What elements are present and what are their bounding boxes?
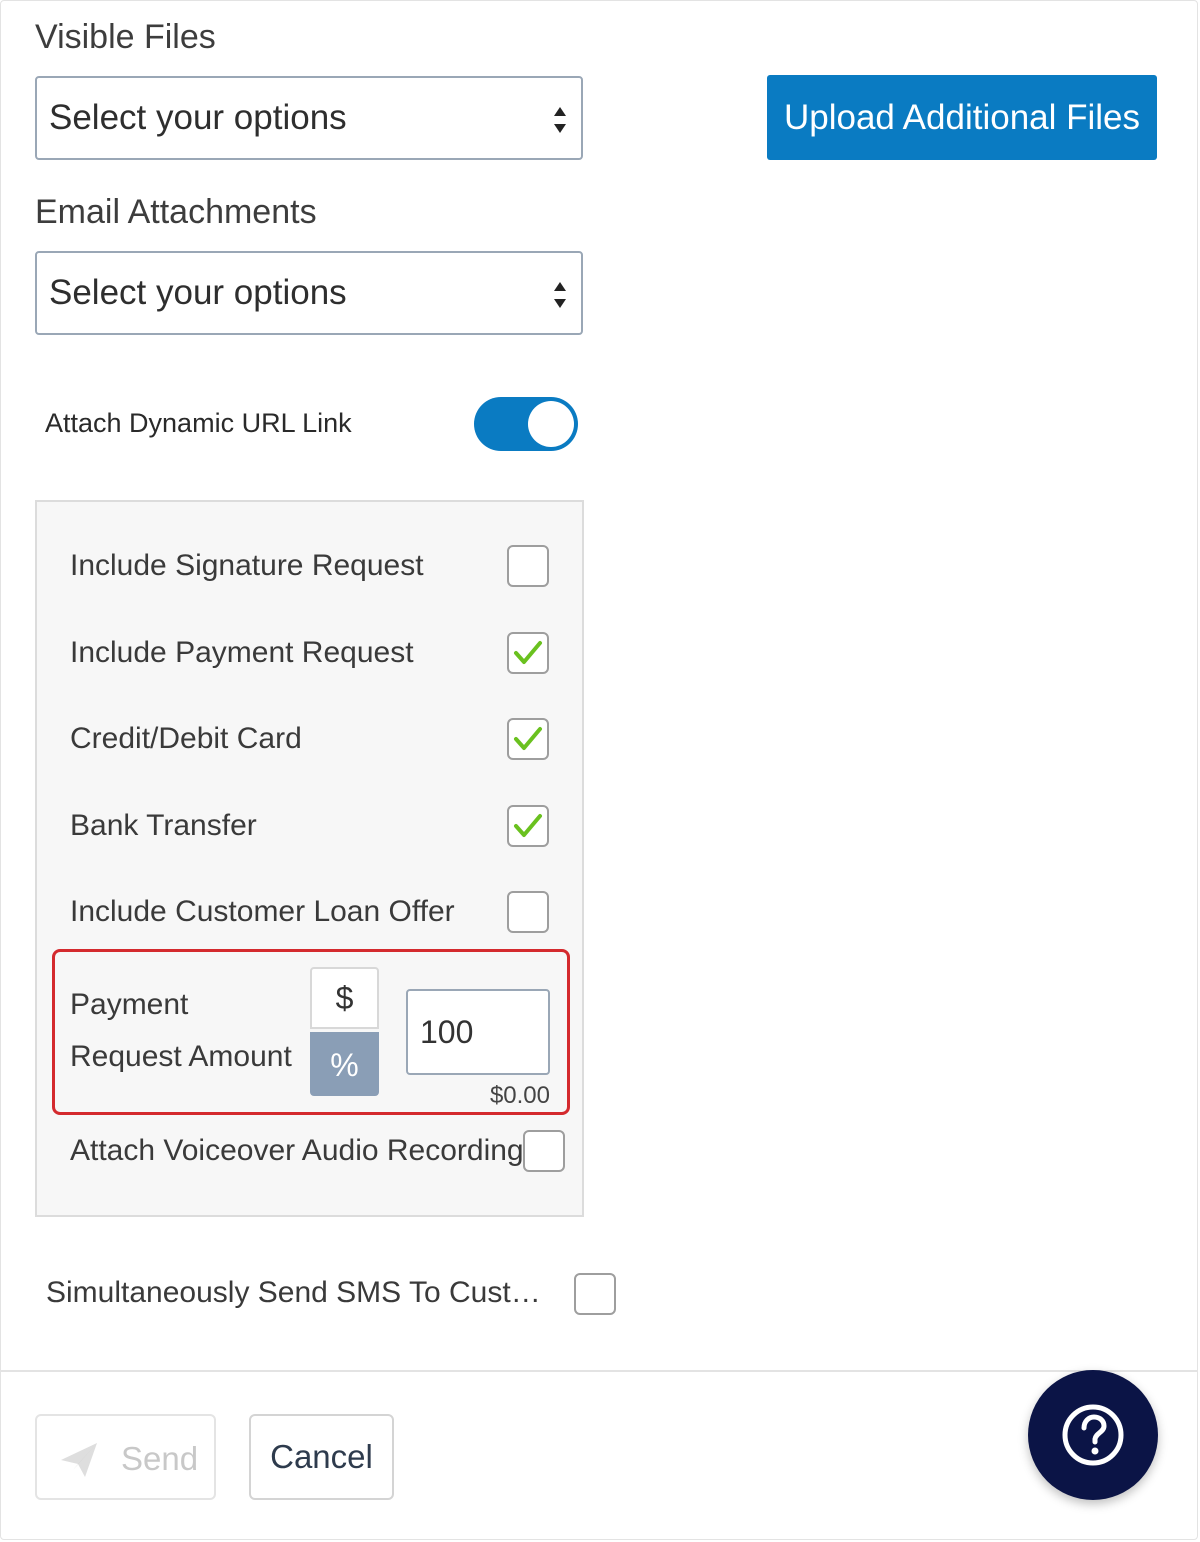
paper-plane-icon [61,1443,97,1477]
bank-transfer-checkbox[interactable] [507,805,549,847]
option-label-customer-loan-offer: Include Customer Loan Offer [70,895,455,928]
payment-request-checkbox[interactable] [507,632,549,674]
signature-request-checkbox[interactable] [507,545,549,587]
toggle-knob [528,401,574,447]
payment-amount-computed: $0.00 [489,1082,550,1109]
question-circle-icon [1062,1404,1124,1466]
customer-loan-offer-checkbox[interactable] [507,891,549,933]
email-attachments-placeholder: Select your options [49,273,347,312]
voiceover-label: Attach Voiceover Audio Recording [70,1134,524,1167]
option-label-credit-debit-card: Credit/Debit Card [70,722,302,755]
sms-label: Simultaneously Send SMS To Customer [46,1276,556,1309]
visible-files-select[interactable]: Select your options [35,76,583,160]
voiceover-checkbox[interactable] [523,1130,565,1172]
cancel-button[interactable]: Cancel [249,1414,394,1500]
checkmark-icon [514,727,542,750]
upload-additional-files-button[interactable]: Upload Additional Files [767,75,1157,160]
email-attachments-label: Email Attachments [35,193,317,231]
help-button[interactable] [1028,1370,1158,1500]
visible-files-placeholder: Select your options [49,98,347,137]
option-label-signature-request: Include Signature Request [70,549,424,582]
send-label: Send [121,1440,199,1477]
option-label-payment-request: Include Payment Request [70,636,414,669]
payment-amount-input[interactable]: 100 [406,989,550,1075]
checkmark-icon [514,641,542,664]
unit-dollar-button[interactable]: $ [310,967,379,1029]
email-attachments-select[interactable]: Select your options [35,251,583,335]
option-label-bank-transfer: Bank Transfer [70,809,257,842]
visible-files-label: Visible Files [35,18,216,56]
footer-divider [0,1370,1198,1372]
sort-icon [554,107,566,133]
checkmark-icon [514,814,542,837]
dynamic-url-toggle[interactable] [474,397,578,451]
send-button[interactable]: Send [35,1414,216,1500]
dynamic-url-label: Attach Dynamic URL Link [45,408,352,438]
sms-checkbox[interactable] [574,1273,616,1315]
payment-amount-label-line1: Payment [70,988,189,1021]
credit-debit-card-checkbox[interactable] [507,718,549,760]
unit-percent-button[interactable]: % [310,1032,379,1096]
sort-icon [554,282,566,308]
payment-amount-label-line2: Request Amount [70,1040,292,1073]
